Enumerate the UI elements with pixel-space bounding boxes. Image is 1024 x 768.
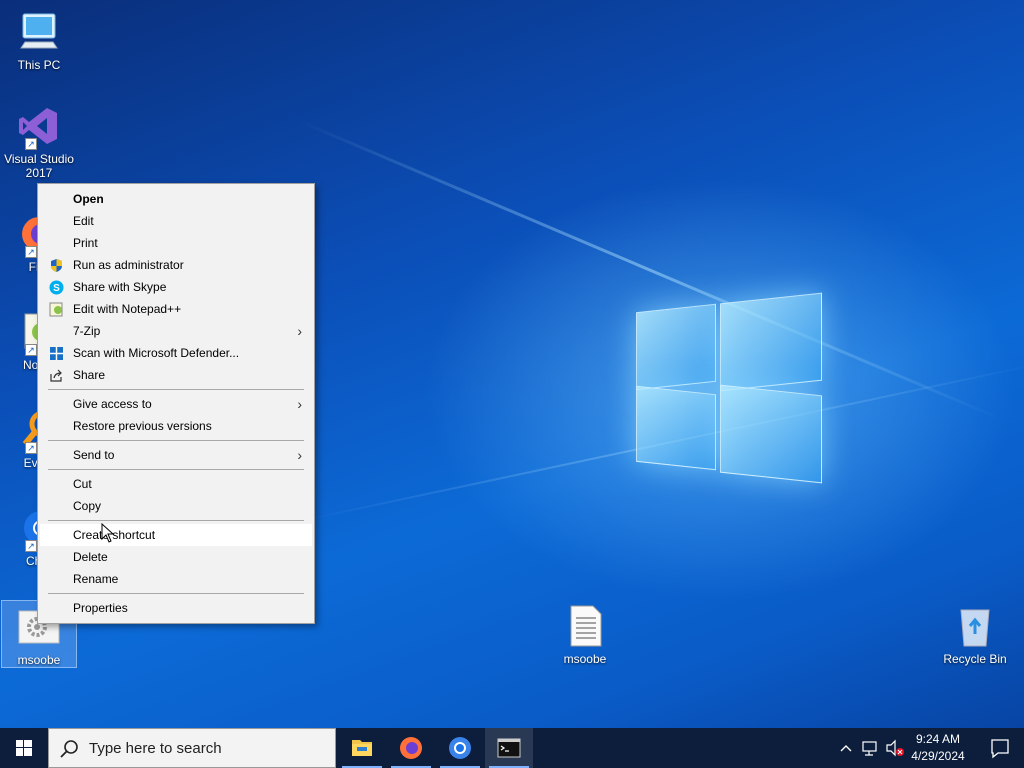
search-icon	[60, 740, 78, 758]
notification-icon	[991, 739, 1009, 759]
start-button[interactable]	[0, 728, 48, 768]
menu-item-edit-with-notepadpp[interactable]: Edit with Notepad++	[40, 298, 312, 320]
chevron-up-icon	[840, 745, 852, 752]
menu-item-create-shortcut[interactable]: Create shortcut	[40, 524, 312, 546]
taskbar-firefox[interactable]	[387, 728, 435, 768]
desktop-icon-label: msoobe	[17, 653, 61, 667]
desktop-icon-msoobe-text[interactable]: msoobe	[547, 604, 623, 666]
desktop-icon-label: Recycle Bin	[943, 652, 1007, 666]
menu-item-give-access-to[interactable]: Give access to ›	[40, 393, 312, 415]
menu-item-scan-with-defender[interactable]: Scan with Microsoft Defender...	[40, 342, 312, 364]
menu-separator	[48, 469, 304, 470]
tray-network[interactable]	[860, 728, 882, 768]
monitor-icon	[17, 10, 61, 54]
tray-overflow-button[interactable]	[836, 728, 856, 768]
terminal-icon	[497, 738, 521, 758]
desktop-icon-label: msoobe	[563, 652, 607, 666]
chrome-icon	[449, 737, 471, 759]
taskbar-terminal[interactable]	[485, 728, 533, 768]
menu-separator	[48, 440, 304, 441]
svg-text:S: S	[53, 283, 60, 294]
desktop-icon-label: This PC	[17, 58, 61, 72]
tray-volume[interactable]	[884, 728, 906, 768]
menu-item-copy[interactable]: Copy	[40, 495, 312, 517]
share-icon	[49, 368, 64, 383]
menu-item-share-with-skype[interactable]: S Share with Skype	[40, 276, 312, 298]
context-menu: Open Edit Print Run as administrator S S…	[37, 183, 315, 624]
defender-icon	[49, 346, 64, 361]
menu-item-run-as-administrator[interactable]: Run as administrator	[40, 254, 312, 276]
desktop-icon-visual-studio[interactable]: ↗ Visual Studio 2017	[1, 104, 77, 180]
menu-separator	[48, 593, 304, 594]
action-center-button[interactable]	[976, 728, 1024, 768]
menu-separator	[48, 520, 304, 521]
menu-item-rename[interactable]: Rename	[40, 568, 312, 590]
notepadpp-icon	[49, 302, 64, 317]
menu-item-share[interactable]: Share	[40, 364, 312, 386]
menu-item-delete[interactable]: Delete	[40, 546, 312, 568]
taskbar-file-explorer[interactable]	[338, 728, 386, 768]
taskbar-search-box[interactable]: Type here to search	[48, 728, 336, 768]
menu-item-open[interactable]: Open	[40, 188, 312, 210]
recycle-bin-icon	[953, 604, 997, 648]
clock-date: 4/29/2024	[911, 749, 965, 763]
text-file-icon	[563, 604, 607, 648]
volume-muted-icon	[886, 739, 904, 757]
menu-item-send-to[interactable]: Send to ›	[40, 444, 312, 466]
file-explorer-icon	[352, 740, 372, 756]
taskbar-chrome[interactable]	[436, 728, 484, 768]
chevron-right-icon: ›	[297, 447, 302, 463]
chevron-right-icon: ›	[297, 323, 302, 339]
taskbar-clock[interactable]: 9:24 AM 4/29/2024	[906, 731, 970, 765]
desktop-icon-label: Visual Studio 2017	[4, 152, 74, 180]
chevron-right-icon: ›	[297, 396, 302, 412]
network-icon	[862, 741, 877, 756]
menu-item-print[interactable]: Print	[40, 232, 312, 254]
menu-separator	[48, 389, 304, 390]
clock-time: 9:24 AM	[915, 732, 961, 746]
menu-item-cut[interactable]: Cut	[40, 473, 312, 495]
firefox-icon	[400, 737, 422, 759]
skype-icon: S	[49, 280, 64, 295]
uac-shield-icon	[49, 258, 64, 273]
menu-item-7zip[interactable]: 7-Zip ›	[40, 320, 312, 342]
visual-studio-icon: ↗	[17, 104, 61, 150]
windows-start-icon	[16, 740, 32, 756]
search-placeholder: Type here to search	[89, 740, 222, 757]
menu-item-restore-previous-versions[interactable]: Restore previous versions	[40, 415, 312, 437]
menu-item-edit[interactable]: Edit	[40, 210, 312, 232]
menu-item-properties[interactable]: Properties	[40, 597, 312, 619]
desktop-icon-this-pc[interactable]: This PC	[1, 10, 77, 72]
windows-logo-wallpaper	[636, 290, 822, 484]
mouse-cursor-icon	[101, 522, 115, 543]
taskbar: Type here to search 9:24 AM 4/29/2024	[0, 728, 1024, 768]
desktop-icon-recycle-bin[interactable]: Recycle Bin	[937, 604, 1013, 666]
